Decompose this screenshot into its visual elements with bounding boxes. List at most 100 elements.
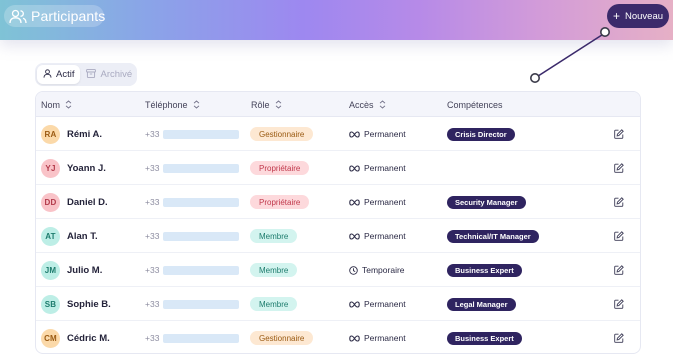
column-competences: Compétences <box>447 92 503 117</box>
clock-icon <box>349 265 358 275</box>
table-row[interactable]: YJ Yoann J. +33 Propriétaire Permanent <box>36 151 640 185</box>
redacted-phone <box>163 163 240 173</box>
column-telephone[interactable]: Téléphone <box>145 92 200 117</box>
tab-actif[interactable]: Actif <box>37 65 81 84</box>
column-nom-label: Nom <box>41 99 61 110</box>
new-participant-button[interactable]: + Nouveau <box>607 4 669 28</box>
access-label: Permanent <box>364 129 406 139</box>
participant-cell: DD Daniel D. <box>41 185 108 219</box>
redacted-phone <box>163 197 240 207</box>
edit-icon[interactable] <box>613 128 625 140</box>
role-cell: Propriétaire <box>250 151 310 185</box>
phone-prefix: +33 <box>145 129 160 139</box>
edit-icon[interactable] <box>613 162 625 174</box>
table-row[interactable]: JM Julio M. +33 Membre Temporaire Busine… <box>36 253 640 287</box>
users-icon <box>9 8 27 24</box>
archive-icon <box>86 68 97 81</box>
user-icon <box>43 68 52 81</box>
access-label: Permanent <box>364 299 406 309</box>
access-cell: Temporaire <box>349 253 405 287</box>
skill-badge: Legal Manager <box>447 297 516 311</box>
edit-cell <box>613 185 625 219</box>
role-cell: Propriétaire <box>250 185 310 219</box>
phone-cell: +33 <box>145 321 240 353</box>
redacted-phone <box>163 333 240 343</box>
skill-badge: Security Manager <box>447 195 526 209</box>
avatar: YJ <box>41 158 60 178</box>
table-row[interactable]: DD Daniel D. +33 Propriétaire Permanent … <box>36 185 640 219</box>
edit-cell <box>613 219 625 253</box>
participant-cell: AT Alan T. <box>41 219 98 253</box>
page-title: Participants <box>4 5 105 27</box>
tab-archive[interactable]: Archivé <box>80 65 138 84</box>
access-cell: Permanent <box>349 321 406 353</box>
column-role-label: Rôle <box>251 99 270 110</box>
skill-badge: Business Expert <box>447 331 522 345</box>
access-cell: Permanent <box>349 117 406 151</box>
phone-prefix: +33 <box>145 299 160 309</box>
infinity-icon <box>349 232 360 240</box>
edit-cell <box>613 321 625 353</box>
participant-name: Yoann J. <box>67 162 106 174</box>
role-cell: Gestionnaire <box>250 117 314 151</box>
sort-icon <box>193 100 200 109</box>
phone-prefix: +33 <box>145 163 160 173</box>
edit-icon[interactable] <box>613 332 625 344</box>
table-row[interactable]: RA Rémi A. +33 Gestionnaire Permanent Cr… <box>36 117 640 151</box>
avatar: SB <box>41 294 60 314</box>
infinity-icon <box>349 300 360 308</box>
avatar: DD <box>41 192 60 212</box>
header-bar: Participants + Nouveau <box>0 0 673 40</box>
skill-badge: Business Expert <box>447 263 522 277</box>
phone-prefix: +33 <box>145 197 160 207</box>
table-row[interactable]: AT Alan T. +33 Membre Permanent Technica… <box>36 219 640 253</box>
edit-icon[interactable] <box>613 298 625 310</box>
role-cell: Membre <box>250 253 298 287</box>
table-header: Nom Téléphone Rôle Accès Compétences <box>36 92 640 117</box>
phone-prefix: +33 <box>145 231 160 241</box>
table-row[interactable]: SB Sophie B. +33 Membre Permanent Legal … <box>36 287 640 321</box>
column-acces[interactable]: Accès <box>349 92 386 117</box>
infinity-icon <box>349 334 360 342</box>
participant-name: Alan T. <box>67 230 98 242</box>
skill-badge: Crisis Director <box>447 127 515 141</box>
edit-icon[interactable] <box>613 230 625 242</box>
participant-cell: SB Sophie B. <box>41 287 111 321</box>
edit-icon[interactable] <box>613 264 625 276</box>
role-badge: Propriétaire <box>250 161 310 175</box>
role-badge: Membre <box>250 229 298 243</box>
skills-cell: Business Expert <box>447 321 522 353</box>
role-badge: Propriétaire <box>250 195 310 209</box>
access-label: Permanent <box>364 333 406 343</box>
participant-cell: JM Julio M. <box>41 253 102 287</box>
participant-cell: RA Rémi A. <box>41 117 102 151</box>
column-nom[interactable]: Nom <box>41 92 72 117</box>
phone-cell: +33 <box>145 253 240 287</box>
infinity-icon <box>349 198 360 206</box>
tab-actif-label: Actif <box>56 69 75 80</box>
role-badge: Membre <box>250 297 298 311</box>
access-cell: Permanent <box>349 219 406 253</box>
column-acces-label: Accès <box>349 99 374 110</box>
role-cell: Gestionnaire <box>250 321 314 353</box>
column-telephone-label: Téléphone <box>145 99 188 110</box>
access-label: Temporaire <box>362 265 405 275</box>
skills-cell: Crisis Director <box>447 117 515 151</box>
avatar: AT <box>41 226 60 246</box>
sort-icon <box>275 100 282 109</box>
edit-icon[interactable] <box>613 196 625 208</box>
table-row[interactable]: CM Cédric M. +33 Gestionnaire Permanent … <box>36 321 640 353</box>
phone-cell: +33 <box>145 185 240 219</box>
redacted-phone <box>163 231 240 241</box>
table-body: RA Rémi A. +33 Gestionnaire Permanent Cr… <box>36 117 640 353</box>
skills-cell: Business Expert <box>447 253 522 287</box>
plus-icon: + <box>612 9 620 23</box>
role-cell: Membre <box>250 287 298 321</box>
access-label: Permanent <box>364 231 406 241</box>
edit-cell <box>613 151 625 185</box>
participant-name: Cédric M. <box>67 332 110 344</box>
skills-cell: Security Manager <box>447 185 526 219</box>
column-role[interactable]: Rôle <box>251 92 282 117</box>
participant-name: Julio M. <box>67 264 103 276</box>
sort-icon <box>379 100 386 109</box>
